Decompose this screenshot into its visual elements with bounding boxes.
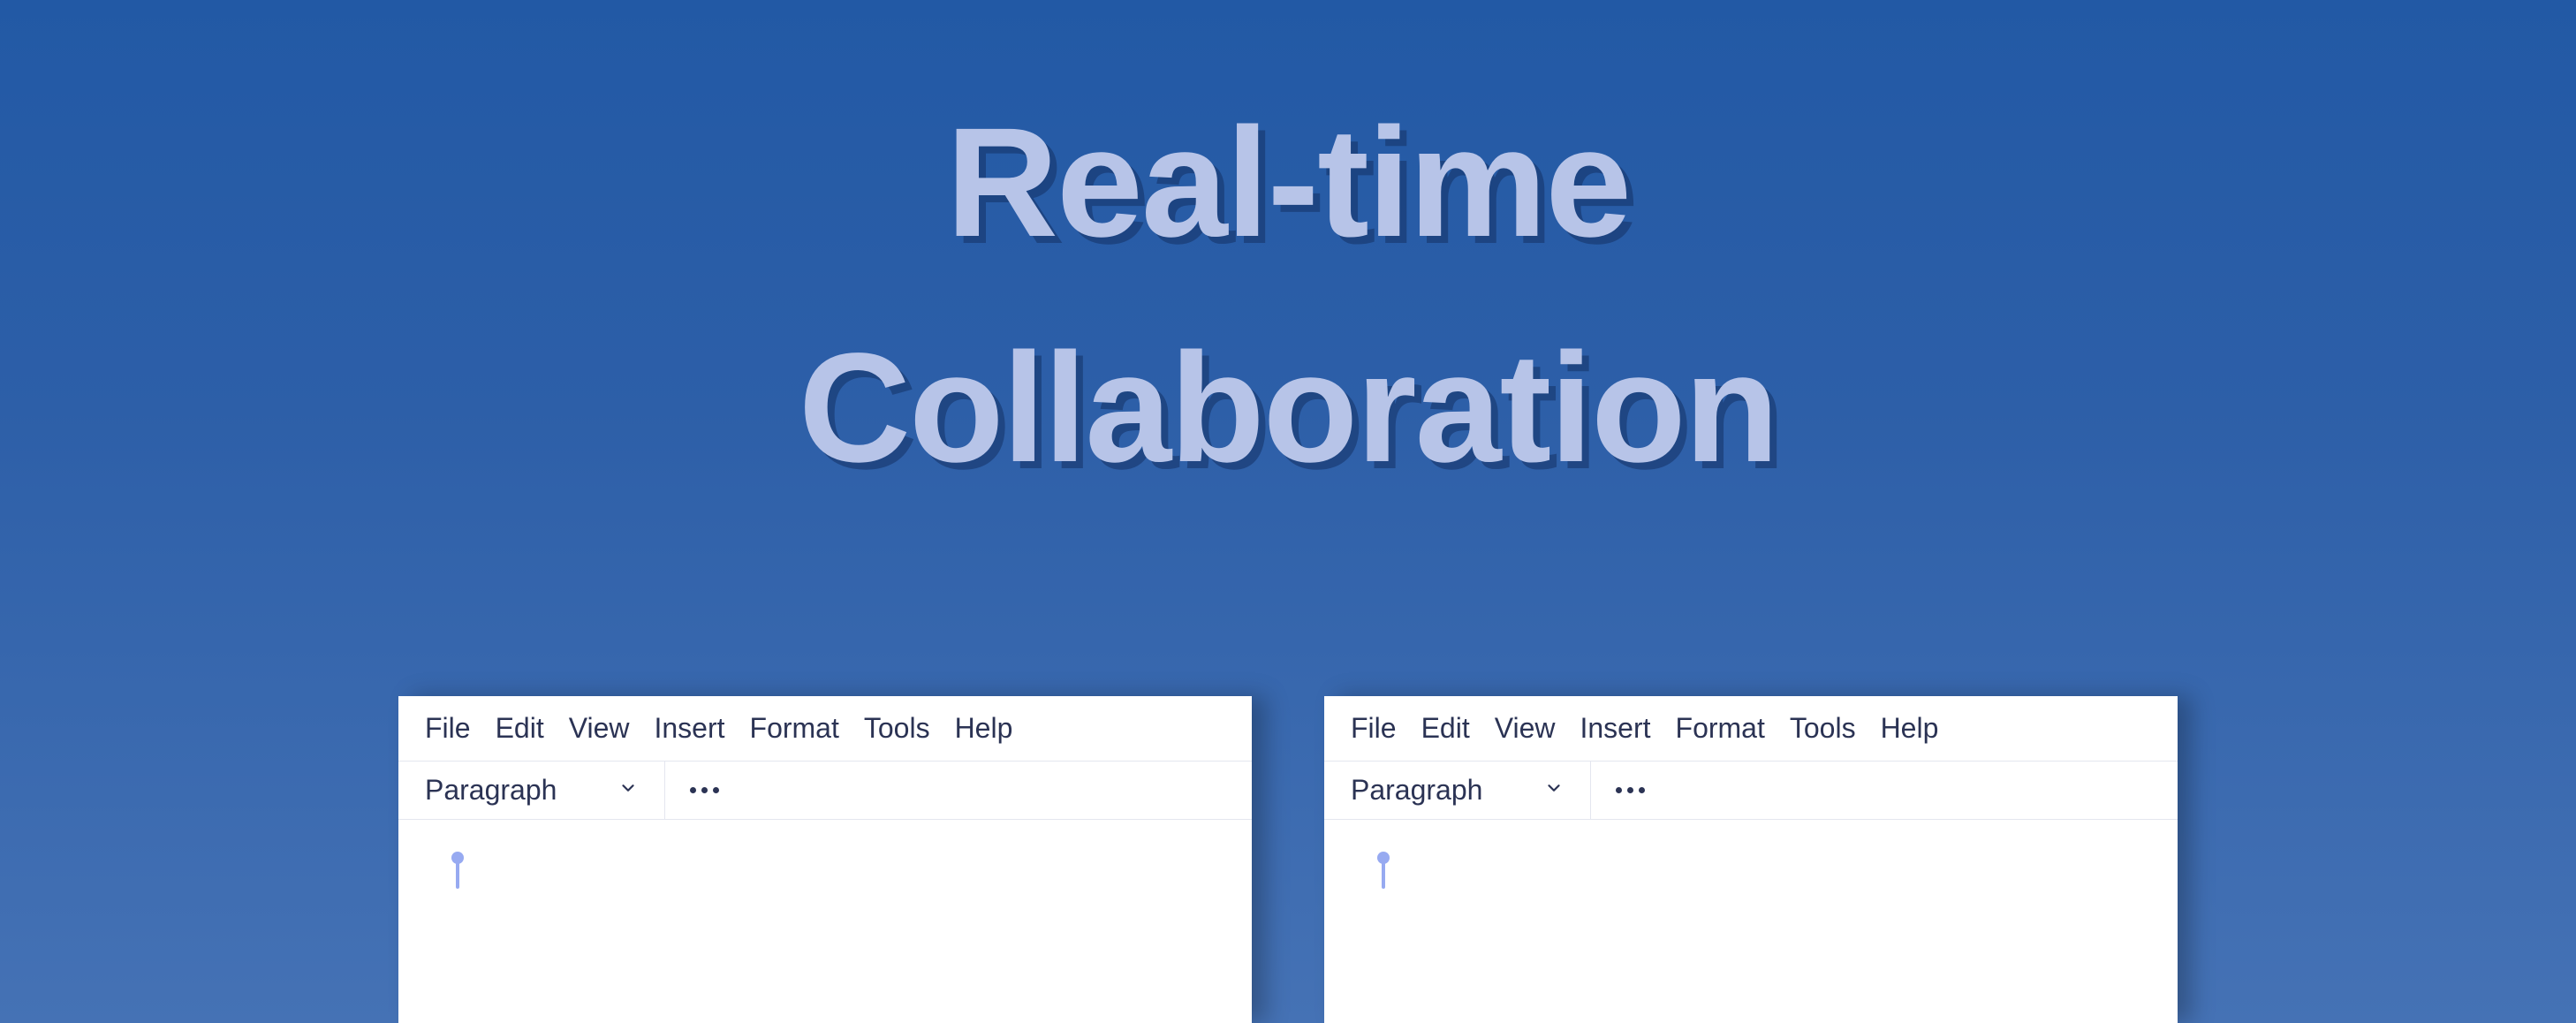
- collaborator-cursor-icon: [1377, 852, 1390, 889]
- block-type-select[interactable]: Paragraph: [1324, 762, 1591, 819]
- block-type-label: Paragraph: [1351, 774, 1482, 807]
- collaborator-cursor-icon: [451, 852, 464, 889]
- menu-tools[interactable]: Tools: [1790, 712, 1856, 745]
- hero-line-1: Real-time: [946, 96, 1630, 269]
- menu-edit[interactable]: Edit: [1421, 712, 1470, 745]
- menu-help[interactable]: Help: [955, 712, 1013, 745]
- menu-file[interactable]: File: [1351, 712, 1397, 745]
- block-type-label: Paragraph: [425, 774, 557, 807]
- hero-line-2: Collaboration: [799, 296, 1777, 521]
- menu-format[interactable]: Format: [1676, 712, 1765, 745]
- menubar: File Edit View Insert Format Tools Help: [1324, 696, 2178, 762]
- menu-view[interactable]: View: [1495, 712, 1556, 745]
- more-horizontal-icon: [1616, 787, 1645, 793]
- editor-left: File Edit View Insert Format Tools Help …: [398, 696, 1252, 1023]
- editor-content[interactable]: [398, 820, 1252, 1023]
- toolbar: Paragraph: [398, 762, 1252, 820]
- editor-content[interactable]: [1324, 820, 2178, 1023]
- hero-title: Real-time Collaboration: [799, 71, 1777, 521]
- menu-insert[interactable]: Insert: [654, 712, 724, 745]
- menu-tools[interactable]: Tools: [864, 712, 930, 745]
- menu-help[interactable]: Help: [1881, 712, 1939, 745]
- block-type-select[interactable]: Paragraph: [398, 762, 665, 819]
- menu-file[interactable]: File: [425, 712, 471, 745]
- menu-view[interactable]: View: [569, 712, 630, 745]
- editors-container: File Edit View Insert Format Tools Help …: [398, 696, 2178, 1023]
- chevron-down-icon: [618, 778, 638, 802]
- menu-insert[interactable]: Insert: [1580, 712, 1650, 745]
- toolbar: Paragraph: [1324, 762, 2178, 820]
- more-options-button[interactable]: [1591, 762, 1670, 819]
- menu-format[interactable]: Format: [750, 712, 839, 745]
- menubar: File Edit View Insert Format Tools Help: [398, 696, 1252, 762]
- editor-right: File Edit View Insert Format Tools Help …: [1324, 696, 2178, 1023]
- more-horizontal-icon: [690, 787, 719, 793]
- menu-edit[interactable]: Edit: [496, 712, 544, 745]
- more-options-button[interactable]: [665, 762, 744, 819]
- chevron-down-icon: [1544, 778, 1564, 802]
